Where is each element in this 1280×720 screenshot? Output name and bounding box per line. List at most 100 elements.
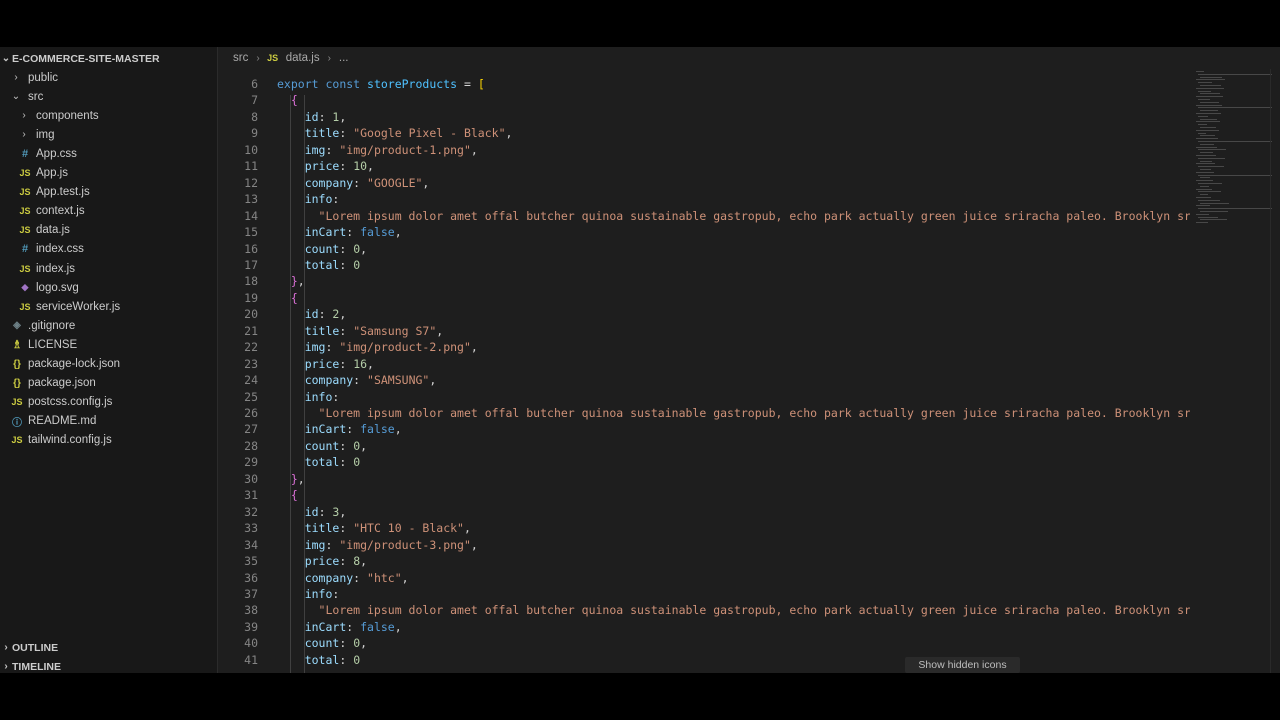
code-line[interactable]: img: "img/product-2.png", [277,340,478,354]
code-line[interactable]: title: "HTC 10 - Black", [277,521,471,535]
code-line[interactable]: count: 0, [277,636,367,650]
code-line[interactable]: total: 0 [277,455,360,469]
code-line[interactable]: price: 10, [277,159,374,173]
minimap-line [1198,124,1207,126]
explorer-item[interactable]: JS index.js [0,259,217,278]
explorer-item[interactable]: › img [0,125,217,144]
code-line[interactable]: id: 3, [277,505,347,519]
breadcrumb-folder[interactable]: src [233,52,248,64]
breadcrumb-symbol[interactable]: ... [339,52,349,64]
code-line[interactable]: title: "Samsung S7", [277,324,444,338]
explorer-item[interactable]: ♗ LICENSE [0,335,217,354]
code-token: : [339,438,354,453]
code-token: storeProducts [367,77,458,91]
code-token: : [346,422,361,437]
explorer-item[interactable]: JS context.js [0,202,217,221]
explorer-item[interactable]: {} package-lock.json [0,355,217,374]
explorer-item[interactable]: # index.css [0,240,217,259]
code-line[interactable]: total: 0 [277,258,360,272]
code-token: , [505,126,513,141]
code-line[interactable]: img: "img/product-3.png", [277,538,478,552]
code-line[interactable]: company: "GOOGLE", [277,175,430,190]
explorer-item[interactable]: JS App.test.js [0,183,217,202]
outline-section[interactable]: › OUTLINE [0,638,217,657]
code-line[interactable]: export const storeProducts = [ [277,77,485,91]
code-line[interactable]: count: 0, [277,242,367,256]
code-line[interactable]: { [277,291,298,305]
explorer-item-label: context.js [36,205,85,218]
minimap-line [1200,202,1229,204]
code-line[interactable]: company: "SAMSUNG", [277,373,437,387]
code-token: { [290,488,298,503]
code-token: const [325,77,368,91]
explorer-item[interactable]: JS postcss.config.js [0,393,217,412]
explorer-item[interactable]: ⌄ src [0,87,217,106]
code-line[interactable]: "Lorem ipsum dolor amet offal butcher qu… [277,406,1190,420]
explorer-item[interactable]: JS tailwind.config.js [0,431,217,450]
minimap-line [1200,169,1211,170]
code-line[interactable]: info: [277,192,340,206]
chevron-right-icon: › [4,661,8,672]
code-token: : [339,636,354,651]
minimap-line [1198,73,1272,75]
code-token: total [304,455,340,470]
minimap[interactable] [1190,69,1272,229]
code-line[interactable]: "Lorem ipsum dolor amet offal butcher qu… [277,603,1190,617]
breadcrumb-file[interactable]: data.js [286,52,320,64]
explorer-item[interactable]: ◈ .gitignore [0,316,217,335]
explorer-item[interactable]: {} package.json [0,374,217,393]
code-line[interactable]: info: [277,390,340,404]
code-line[interactable]: "Lorem ipsum dolor amet offal butcher qu… [277,209,1190,223]
line-number: 18 [244,274,258,289]
minimap-line [1196,138,1218,140]
js-file-icon: JS [19,301,31,312]
code-token: : [339,455,354,470]
minimap-line [1200,85,1221,86]
explorer-item[interactable]: › components [0,106,217,125]
code-line[interactable]: img: "img/product-1.png", [277,143,478,157]
code-line[interactable]: inCart: false, [277,620,402,634]
code-line[interactable]: count: 0, [277,439,367,453]
code-line[interactable]: info: [277,587,340,601]
code-line[interactable]: title: "Google Pixel - Black", [277,126,513,141]
license-file-icon: ♗ [12,339,22,352]
explorer-root-folder[interactable]: ⌄ E-COMMERCE-SITE-MASTER [0,49,217,68]
code-token: count [304,438,340,453]
explorer-item[interactable]: ◆ logo.svg [0,278,217,297]
code-line[interactable]: id: 1, [277,109,347,124]
explorer-item[interactable]: # App.css [0,144,217,163]
code-line[interactable]: { [277,93,298,107]
explorer-item[interactable]: › public [0,68,217,87]
code-line[interactable]: { [277,488,298,502]
vertical-scrollbar[interactable] [1270,69,1280,673]
js-file-icon: JS [19,206,31,217]
code-token: inCart [304,422,347,437]
code-token: , [401,570,409,585]
code-editor[interactable]: 6 export const storeProducts = [7 {8 id: … [218,69,1190,673]
code-token: , [360,241,368,256]
explorer-item[interactable]: JS App.js [0,164,217,183]
explorer-item[interactable]: JS data.js [0,221,217,240]
line-number: 12 [244,175,258,190]
code-token: id [304,109,319,124]
code-line[interactable]: inCart: false, [277,422,402,436]
timeline-section[interactable]: › TIMELINE [0,657,217,673]
code-line[interactable]: company: "htc", [277,571,409,585]
code-line[interactable]: }, [277,274,305,288]
code-line[interactable]: price: 8, [277,554,367,568]
explorer-item[interactable]: JS serviceWorker.js [0,297,217,316]
code-line[interactable]: }, [277,472,305,486]
code-line[interactable]: price: 16, [277,357,374,371]
code-line[interactable]: total: 0 [277,653,360,667]
explorer-item-label: App.css [36,147,77,160]
minimap-line [1200,152,1213,154]
code-token: , [470,537,478,552]
code-line[interactable]: inCart: false, [277,225,402,239]
minimap-line [1198,183,1222,184]
explorer-item[interactable]: ⓘ README.md [0,412,217,431]
code-line[interactable]: id: 2, [277,307,347,321]
code-token: company [304,175,354,190]
js-file-icon: JS [11,435,23,446]
timeline-label: TIMELINE [12,660,61,673]
